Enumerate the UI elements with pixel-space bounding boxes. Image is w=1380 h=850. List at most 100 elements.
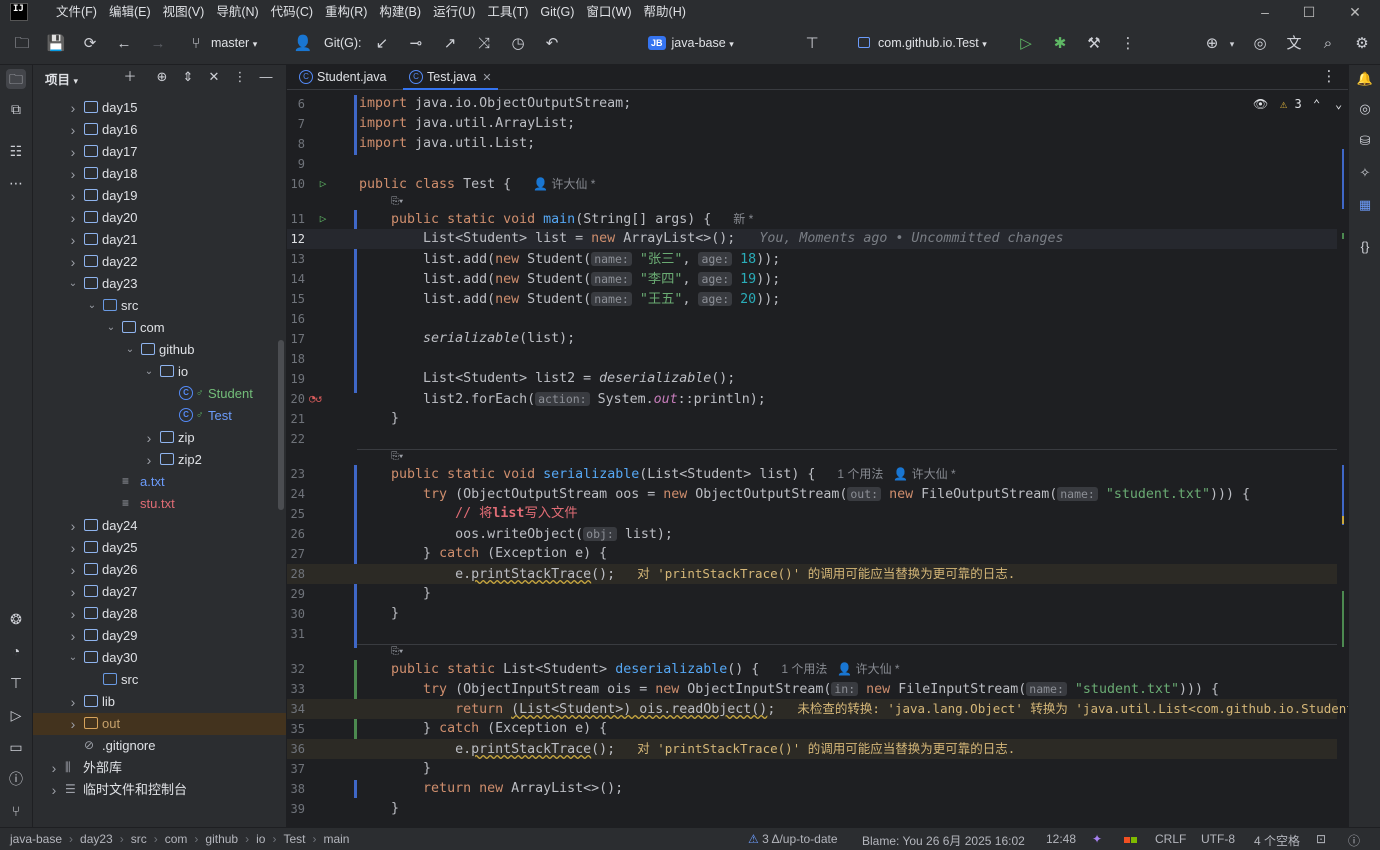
locate-icon[interactable]: ⊕ [153,68,171,86]
code-line[interactable]: 14 list.add(new Student(name: "李四", age:… [287,269,1337,289]
chevron-right-icon[interactable]: › [48,757,60,779]
code-line[interactable]: 34 return (List<Student>) ois.readObject… [287,699,1348,719]
code-line[interactable]: 18 [287,349,1337,369]
line-number[interactable]: 29 [287,584,305,604]
chevron-down-icon[interactable]: ⌄ [86,295,98,317]
project-folder-icon[interactable]: 🗀 [6,69,26,89]
chevron-right-icon[interactable]: › [67,185,79,207]
git-user-icon[interactable]: 👤 [293,34,313,54]
line-number[interactable]: 31 [287,624,305,644]
code-line[interactable]: 21 } [287,409,1337,429]
expand-all-icon[interactable]: ⇕ [179,68,197,86]
breadcrumb-item[interactable]: io [256,832,265,846]
profiler-icon[interactable]: ◔ [6,641,26,661]
build-tool-icon[interactable]: ⊤ [6,673,26,693]
line-number[interactable]: 18 [287,349,305,369]
tree-item[interactable]: › day27 [33,581,286,603]
menu-item[interactable]: 工具(T) [481,0,534,24]
line-number[interactable]: 11 [287,209,305,229]
menu-item[interactable]: 帮助(H) [638,0,692,24]
copilot-icon[interactable]: ✧ [1355,163,1375,183]
tree-item[interactable]: ⌄ src [33,295,286,317]
reader-mode-icon[interactable]: 👁 [1253,97,1268,111]
tree-item[interactable]: C ♂ Student [33,383,286,405]
git-push-icon[interactable]: ↗ [440,34,460,54]
code-line[interactable]: 16 [287,309,1337,329]
chevron-right-icon[interactable]: › [67,691,79,713]
code-line[interactable]: 15 list.add(new Student(name: "王五", age:… [287,289,1337,309]
code-line[interactable]: 25 // 将list写入文件 [287,504,1337,524]
file-encoding[interactable]: UTF-8 [1201,832,1235,846]
breadcrumb-item[interactable]: github [205,832,238,846]
tree-item[interactable]: › day29 [33,625,286,647]
chevron-down-icon[interactable]: ⌄ [105,317,117,339]
branch-selector[interactable]: master ▾ [211,36,257,50]
line-number[interactable]: 10 [287,174,305,194]
ai-chat-icon[interactable]: ◎ [1355,99,1375,119]
code-line[interactable]: 29 } [287,584,1337,604]
tree-item[interactable]: › day25 [33,537,286,559]
debug-icon[interactable]: ✱ [1050,34,1070,54]
line-number[interactable]: 30 [287,604,305,624]
code-line[interactable]: 6 import java.io.ObjectOutputStream; [287,94,1337,114]
tree-item[interactable]: › day26 [33,559,286,581]
tree-item[interactable]: › zip2 [33,449,286,471]
code-line[interactable]: 30 } [287,604,1337,624]
chevron-down-icon[interactable]: ⌄ [67,647,79,669]
chevron-right-icon[interactable]: › [67,141,79,163]
terminal-icon[interactable]: ▭ [6,737,26,757]
ai-status-icon[interactable]: ✦ [1092,832,1102,846]
chevron-right-icon[interactable]: › [67,559,79,581]
line-number[interactable]: 34 [287,699,305,719]
code-line[interactable]: 26 oos.writeObject(obj: list); [287,524,1337,544]
inspection-icon[interactable]: ⓘ [1348,832,1360,849]
code-line[interactable]: 20 ◔↺ list2.forEach(action: System.out::p… [287,389,1337,409]
line-number[interactable]: 24 [287,484,305,504]
line-number[interactable]: 8 [287,134,305,154]
breadcrumb-item[interactable]: java-base [10,832,62,846]
tree-item[interactable]: ≡ a.txt [33,471,286,493]
more-tools-icon[interactable]: ⋯ [6,173,26,193]
chevron-right-icon[interactable]: › [67,163,79,185]
line-number[interactable]: 32 [287,659,305,679]
open-folder-icon[interactable]: 🗀 [12,34,32,54]
git-history-icon[interactable]: ◷ [508,34,528,54]
line-number[interactable]: 16 [287,309,305,329]
project-selector[interactable]: JB java-base ▾ [648,36,734,50]
tree-item[interactable]: C ♂ Test [33,405,286,427]
chevron-right-icon[interactable]: › [67,515,79,537]
chevron-right-icon[interactable]: › [67,537,79,559]
translate-icon[interactable]: 文 [1284,34,1304,54]
ai-assistant-icon[interactable]: ◎ [1250,34,1270,54]
next-highlight-icon[interactable]: ⌄ [1335,97,1342,111]
tree-item[interactable]: ⌄ com [33,317,286,339]
line-number[interactable]: 7 [287,114,305,134]
menu-item[interactable]: 导航(N) [210,0,264,24]
code-area[interactable]: 6 import java.io.ObjectOutputStream; 7 impo… [287,91,1348,827]
back-icon[interactable]: ← [114,34,134,54]
chevron-right-icon[interactable]: › [48,779,60,801]
tree-item[interactable]: ⌄ day30 [33,647,286,669]
chevron-right-icon[interactable]: › [67,229,79,251]
code-line[interactable]: 38 return new ArrayList<>(); [287,779,1337,799]
tree-item[interactable]: › ☰ 临时文件和控制台 [33,779,286,801]
breadcrumb-item[interactable]: day23 [80,832,113,846]
tree-item[interactable]: › day20 [33,207,286,229]
tree-item[interactable]: › day21 [33,229,286,251]
line-number[interactable]: 21 [287,409,305,429]
fold-icon[interactable]: ⎘▾ [391,450,403,464]
menu-item[interactable]: 编辑(E) [103,0,157,24]
indent-setting[interactable]: 4 个空格 [1254,832,1300,849]
run-icon[interactable]: ▷ [1016,34,1036,54]
line-number[interactable]: 38 [287,779,305,799]
menu-item[interactable]: 运行(U) [427,0,481,24]
git-status[interactable]: ⚠ 3 Δ/up-to-date [748,832,838,846]
git-merge-icon[interactable]: ⤨ [474,34,494,54]
menu-item[interactable]: 代码(C) [265,0,319,24]
close-window-icon[interactable]: ✕ [1332,0,1378,24]
line-number[interactable]: 12 [287,229,305,249]
line-number[interactable]: 39 [287,799,305,819]
chevron-down-icon[interactable]: ⌄ [124,339,136,361]
notifications-icon[interactable]: 🔔 [1355,69,1375,89]
tree-item[interactable]: › out [33,713,286,735]
